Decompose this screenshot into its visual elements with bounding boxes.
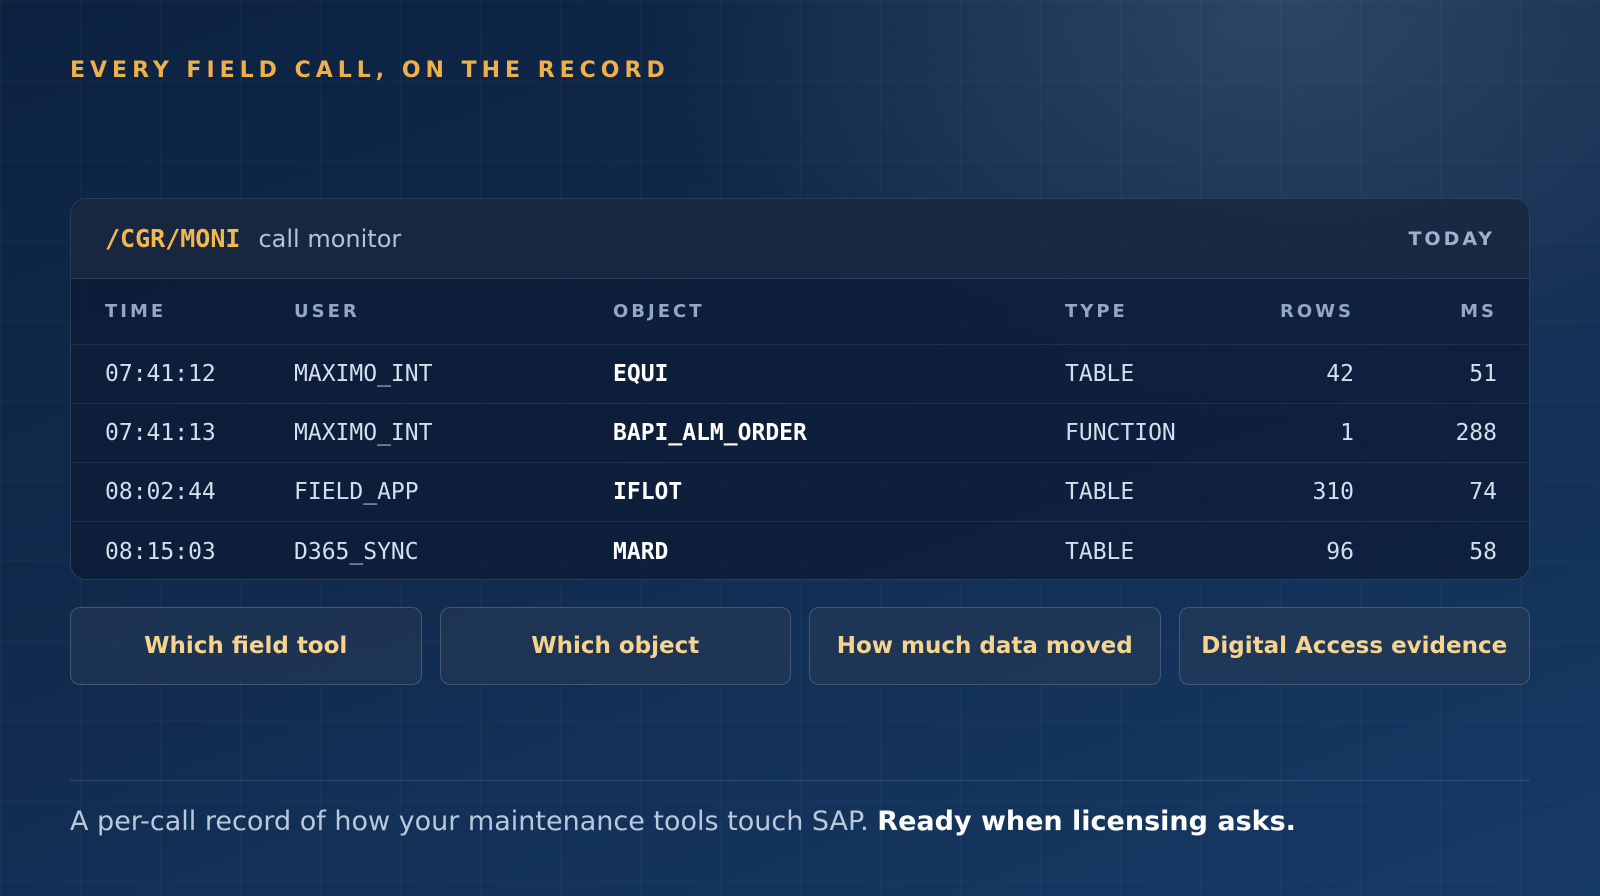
column-header-object[interactable]: OBJECT	[613, 279, 705, 344]
cell-rows: 310	[1312, 479, 1354, 505]
column-header-rows[interactable]: ROWS	[1280, 279, 1354, 344]
eyebrow-heading: EVERY FIELD CALL, ON THE RECORD	[70, 58, 670, 83]
cell-rows: 42	[1326, 361, 1354, 387]
column-header-time[interactable]: TIME	[105, 279, 166, 344]
cell-type: FUNCTION	[1065, 420, 1176, 446]
cell-ms: 51	[1469, 361, 1497, 387]
cell-rows: 96	[1326, 538, 1354, 565]
table-header-row: TIME USER OBJECT TYPE ROWS MS	[71, 279, 1529, 345]
chip-data-moved[interactable]: How much data moved	[809, 607, 1161, 685]
table-row[interactable]: 07:41:13 MAXIMO_INT BAPI_ALM_ORDER FUNCT…	[71, 404, 1529, 463]
cell-object: MARD	[613, 538, 669, 565]
table-row[interactable]: 08:02:44 FIELD_APP IFLOT TABLE 310 74	[71, 463, 1529, 522]
feature-chips: Which field tool Which object How much d…	[70, 607, 1530, 685]
footer-text: A per-call record of how your maintenanc…	[70, 806, 869, 837]
table-row[interactable]: 08:15:03 D365_SYNC MARD TABLE 96 58	[71, 522, 1529, 579]
transaction-code: /CGR/MONI	[105, 224, 241, 253]
column-header-type[interactable]: TYPE	[1065, 279, 1128, 344]
table-row[interactable]: 07:41:12 MAXIMO_INT EQUI TABLE 42 51	[71, 345, 1529, 404]
chip-which-field-tool[interactable]: Which field tool	[70, 607, 422, 685]
cell-object: EQUI	[613, 361, 669, 387]
chip-digital-access-evidence[interactable]: Digital Access evidence	[1178, 607, 1530, 685]
cell-time: 08:02:44	[105, 479, 216, 505]
cell-type: TABLE	[1065, 479, 1135, 505]
footer-tagline: A per-call record of how your maintenanc…	[70, 806, 1296, 837]
footer-divider	[70, 780, 1530, 781]
cell-time: 08:15:03	[105, 538, 216, 565]
cell-user: FIELD_APP	[294, 479, 419, 505]
cell-rows: 1	[1340, 420, 1354, 446]
cell-time: 07:41:12	[105, 361, 216, 387]
cell-time: 07:41:13	[105, 420, 216, 446]
column-header-user[interactable]: USER	[294, 279, 360, 344]
cell-object: IFLOT	[613, 479, 683, 505]
chip-which-object[interactable]: Which object	[439, 607, 791, 685]
call-monitor-panel: /CGR/MONI call monitor TODAY TIME USER O…	[70, 198, 1530, 580]
cell-ms: 288	[1455, 420, 1497, 446]
panel-subtitle: call monitor	[258, 224, 402, 253]
panel-header: /CGR/MONI call monitor TODAY	[71, 199, 1529, 279]
footer-emphasis: Ready when licensing asks.	[877, 806, 1296, 837]
cell-user: D365_SYNC	[294, 538, 419, 565]
cell-user: MAXIMO_INT	[294, 361, 433, 387]
cell-type: TABLE	[1065, 361, 1135, 387]
cell-ms: 58	[1469, 538, 1497, 565]
cell-type: TABLE	[1065, 538, 1135, 565]
cell-object: BAPI_ALM_ORDER	[613, 420, 807, 446]
cell-user: MAXIMO_INT	[294, 420, 433, 446]
date-filter-label: TODAY	[1408, 227, 1495, 250]
cell-ms: 74	[1469, 479, 1497, 505]
column-header-ms[interactable]: MS	[1460, 279, 1497, 344]
